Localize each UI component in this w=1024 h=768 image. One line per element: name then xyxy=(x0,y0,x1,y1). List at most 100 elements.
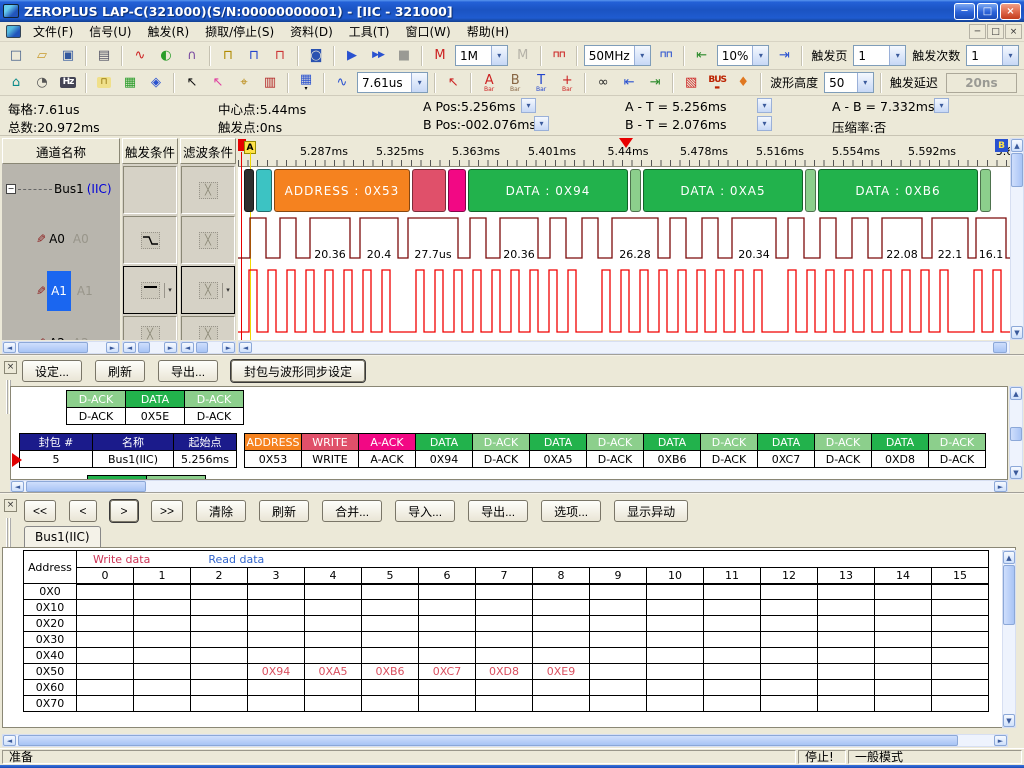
memory-cell[interactable] xyxy=(305,696,362,712)
filter-cell-a2[interactable]: ╳ xyxy=(181,316,235,340)
memory-cell[interactable] xyxy=(191,664,248,680)
memory-cell[interactable] xyxy=(761,584,818,600)
data-compression-icon[interactable]: ◙ xyxy=(304,44,328,67)
zoom-bar-left-icon[interactable]: ⇤ xyxy=(690,44,714,67)
filter-dropdown-arrow[interactable]: ▾ xyxy=(222,283,233,298)
memory-cell[interactable] xyxy=(761,696,818,712)
waveform-height-combo[interactable]: 50 ▾ xyxy=(824,72,874,93)
scroll-right-arrow[interactable]: ► xyxy=(994,481,1007,492)
memory-cell[interactable] xyxy=(818,632,875,648)
trigger-cell-a2[interactable]: ╳ xyxy=(123,316,177,340)
memory-cell[interactable] xyxy=(590,680,647,696)
memory-cell[interactable] xyxy=(533,680,590,696)
menu-item-0[interactable]: 文件(F) xyxy=(25,23,81,41)
memory-cell[interactable] xyxy=(590,584,647,600)
dropdown-arrow-icon[interactable]: ▾ xyxy=(752,46,768,65)
multi-select-cursor-icon[interactable]: ↖ xyxy=(206,71,230,94)
close-button[interactable]: × xyxy=(1000,3,1021,20)
scroll-up-arrow[interactable]: ▲ xyxy=(1011,139,1023,152)
bus-decode-icon[interactable]: BUS▬ xyxy=(705,71,729,94)
bus-segment[interactable]: DATA : 0XB6 xyxy=(818,169,978,212)
open-folder-icon[interactable]: ▱ xyxy=(30,44,54,67)
memory-cell[interactable] xyxy=(476,632,533,648)
find-icon[interactable]: ∞ xyxy=(591,71,615,94)
memory-cell[interactable] xyxy=(419,648,476,664)
memory-hscrollbar[interactable]: ◄ ► xyxy=(2,734,1008,747)
memory-cell[interactable] xyxy=(647,648,704,664)
memory-cell[interactable] xyxy=(305,616,362,632)
memory-cell[interactable] xyxy=(590,696,647,712)
memory-marker-icon[interactable]: M xyxy=(428,44,452,67)
memory-cell[interactable] xyxy=(647,632,704,648)
memory-cell[interactable] xyxy=(590,648,647,664)
bus-trigger-icon[interactable]: ▧ xyxy=(679,71,703,94)
memory-cell[interactable] xyxy=(761,632,818,648)
packet-export-button[interactable]: 导出... xyxy=(158,360,218,382)
export-button[interactable]: 导出... xyxy=(468,500,528,522)
memory-cell[interactable] xyxy=(305,680,362,696)
memory-cell[interactable] xyxy=(533,648,590,664)
memory-cell[interactable] xyxy=(704,648,761,664)
memory-cell[interactable] xyxy=(77,648,134,664)
packet-panel-close-icon[interactable]: × xyxy=(4,361,17,374)
goto-next-icon[interactable]: ⇥ xyxy=(643,71,667,94)
waveform-hscrollbar[interactable]: ◄ xyxy=(238,341,1010,354)
dropdown-arrow-icon[interactable]: ▾ xyxy=(1002,46,1018,65)
memory-cell[interactable] xyxy=(875,648,932,664)
memory-cell[interactable] xyxy=(191,616,248,632)
scroll-left-arrow[interactable]: ◄ xyxy=(239,342,252,353)
channel-label[interactable]: A2 xyxy=(49,336,65,340)
list-display-icon[interactable]: ▦ xyxy=(118,71,142,94)
import-button[interactable]: 导入... xyxy=(395,500,455,522)
memory-cell[interactable]: 0XC7 xyxy=(419,664,476,680)
waveform-display-icon[interactable]: ⊓ xyxy=(92,71,116,94)
memory-cell[interactable] xyxy=(761,648,818,664)
trigger-cell-a0[interactable] xyxy=(123,216,177,264)
memory-cell[interactable] xyxy=(932,600,989,616)
sampling-settings-icon[interactable]: ◐ xyxy=(154,44,178,67)
memory-cell[interactable] xyxy=(134,616,191,632)
memory-cell[interactable] xyxy=(590,616,647,632)
child-minimize-button[interactable]: ─ xyxy=(969,24,986,39)
menu-item-7[interactable]: 帮助(H) xyxy=(459,23,517,41)
memory-cell[interactable] xyxy=(191,600,248,616)
bus-segment[interactable] xyxy=(448,169,466,212)
names-hscrollbar[interactable]: ◄ ► xyxy=(2,341,120,354)
clock-icon[interactable]: ◔ xyxy=(30,71,54,94)
memory-cell[interactable] xyxy=(419,696,476,712)
scroll-thumb[interactable] xyxy=(196,342,208,353)
repetitive-run-icon[interactable]: ▶▶ xyxy=(366,44,390,67)
sampling-frequency-combo[interactable]: 50MHz ▾ xyxy=(584,45,651,66)
memory-cell[interactable] xyxy=(704,600,761,616)
dropdown-arrow-icon[interactable]: ▾ xyxy=(634,46,650,65)
scroll-thumb[interactable] xyxy=(138,342,150,353)
memory-cell[interactable] xyxy=(647,664,704,680)
memory-cell[interactable] xyxy=(932,664,989,680)
bus-segment[interactable] xyxy=(630,169,641,212)
print-icon[interactable]: ▤ xyxy=(92,44,116,67)
memory-cell[interactable] xyxy=(191,696,248,712)
memory-cell[interactable] xyxy=(419,584,476,600)
prev-page-button[interactable]: < xyxy=(69,500,97,522)
memory-cell[interactable] xyxy=(362,648,419,664)
frequency-hz-icon[interactable]: Hz xyxy=(56,71,80,94)
packet-refresh-button[interactable]: 刷新 xyxy=(95,360,145,382)
memory-cell[interactable] xyxy=(818,600,875,616)
filter-cell-a1-selected[interactable]: ╳ ▾ xyxy=(181,266,235,314)
hand-pan-icon[interactable]: ⌖ xyxy=(232,71,256,94)
memory-table[interactable]: AddressWrite dataRead data01234567891011… xyxy=(23,550,989,712)
memory-cell[interactable] xyxy=(191,584,248,600)
packet-waveform-sync-button[interactable]: 封包与波形同步设定 xyxy=(231,360,365,382)
icon-dropdown-arrow[interactable]: ▾ xyxy=(304,86,307,92)
a-minus-t-dropdown[interactable]: ▾ xyxy=(757,98,772,113)
scroll-thumb[interactable] xyxy=(18,342,88,353)
bus-segment[interactable]: DATA : 0XA5 xyxy=(643,169,803,212)
scroll-thumb[interactable] xyxy=(993,342,1007,353)
zoom-bar-right-icon[interactable]: ⇥ xyxy=(772,44,796,67)
scroll-down-arrow[interactable]: ▼ xyxy=(1011,326,1023,339)
trigger-hscrollbar[interactable]: ◄ ► xyxy=(122,341,178,354)
channel-row-a1[interactable]: ✎ A1 A1 xyxy=(2,270,120,312)
menu-item-3[interactable]: 撷取/停止(S) xyxy=(197,23,282,41)
memory-cell[interactable] xyxy=(875,680,932,696)
scroll-right-arrow[interactable]: ► xyxy=(222,342,235,353)
